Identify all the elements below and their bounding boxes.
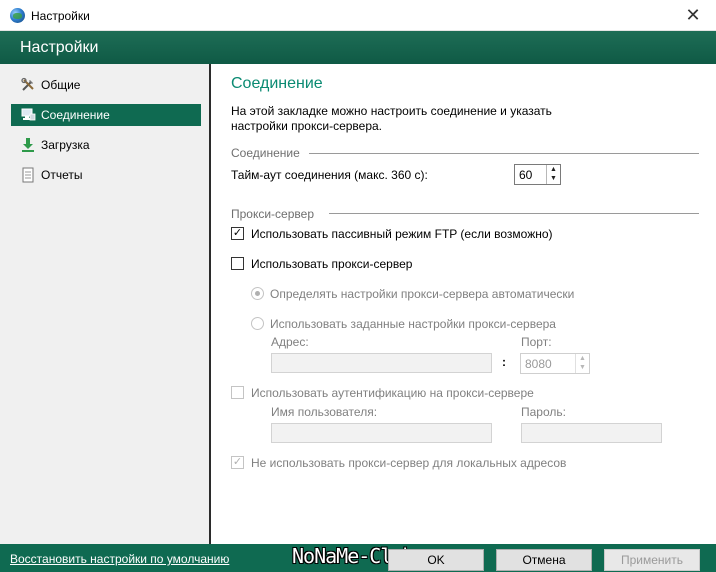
cancel-button[interactable]: Отмена [496,549,592,571]
sidebar: Общие Соединение Загрузка Отчеты [0,64,211,544]
password-field[interactable] [521,423,662,443]
group-divider [309,153,699,154]
bypass-local-label: Не использовать прокси-сервер для локаль… [251,456,567,470]
manual-proxy-label: Использовать заданные настройки прокси-с… [270,317,556,331]
intro-text: На этой закладке можно настроить соедине… [231,104,552,133]
username-label: Имя пользователя: [271,405,378,419]
stepper-arrows[interactable]: ▲ ▼ [575,354,589,373]
manual-proxy-radio[interactable] [251,317,264,330]
close-icon[interactable]: ✕ [680,4,706,26]
auto-detect-radio[interactable] [251,287,264,300]
window-title: Настройки [31,9,90,23]
port-label: Порт: [521,335,552,349]
spin-up-icon[interactable]: ▲ [547,165,560,174]
bypass-local-checkbox[interactable]: ✓ [231,456,244,469]
address-label: Адрес: [271,335,309,349]
spin-up-icon[interactable]: ▲ [576,354,589,363]
group-divider [329,213,699,214]
timeout-label: Тайм-аут соединения (макс. 360 с): [231,168,428,182]
apply-button[interactable]: Применить [604,549,700,571]
sidebar-item-label: Соединение [41,108,110,122]
passive-ftp-checkbox[interactable]: ✓ [231,227,244,240]
sidebar-item-connection[interactable]: Соединение [11,104,201,126]
ok-button[interactable]: OK [388,549,484,571]
sidebar-item-reports[interactable]: Отчеты [11,164,201,186]
download-icon [20,137,36,153]
sidebar-item-label: Загрузка [41,138,90,152]
auth-label: Использовать аутентификацию на прокси-се… [251,386,534,400]
use-proxy-label: Использовать прокси-сервер [251,257,413,271]
timeout-value: 60 [519,168,533,182]
auth-checkbox[interactable] [231,386,244,399]
spin-down-icon[interactable]: ▼ [547,174,560,183]
connection-group-title: Соединение [231,146,300,160]
proxy-group-title: Прокси-сервер [231,207,314,221]
stepper-arrows[interactable]: ▲ ▼ [546,165,560,184]
tools-icon [20,77,36,93]
sidebar-item-download[interactable]: Загрузка [11,134,201,156]
spin-down-icon[interactable]: ▼ [576,363,589,372]
port-value: 8080 [525,357,552,371]
settings-header: Настройки [0,31,716,64]
footer-bar: Восстановить настройки по умолчанию NoNa… [0,544,716,572]
network-icon [20,107,36,123]
sidebar-item-label: Отчеты [41,168,83,182]
globe-icon [10,8,25,23]
sidebar-item-label: Общие [41,78,81,92]
use-proxy-checkbox[interactable] [231,257,244,270]
address-port-colon: : [502,355,506,369]
auto-detect-label: Определять настройки прокси-сервера авто… [270,287,575,301]
timeout-stepper[interactable]: 60 ▲ ▼ [514,164,561,185]
sidebar-item-general[interactable]: Общие [11,74,201,96]
restore-defaults-link[interactable]: Восстановить настройки по умолчанию [10,552,229,566]
page-title: Соединение [231,75,323,92]
password-label: Пароль: [521,405,566,419]
report-icon [20,167,36,183]
port-stepper[interactable]: 8080 ▲ ▼ [520,353,590,374]
username-field[interactable] [271,423,492,443]
connection-panel: Соединение На этой закладке можно настро… [213,64,716,544]
title-bar: Настройки ✕ [0,0,716,31]
passive-ftp-label: Использовать пассивный режим FTP (если в… [251,227,553,241]
address-field[interactable] [271,353,492,373]
